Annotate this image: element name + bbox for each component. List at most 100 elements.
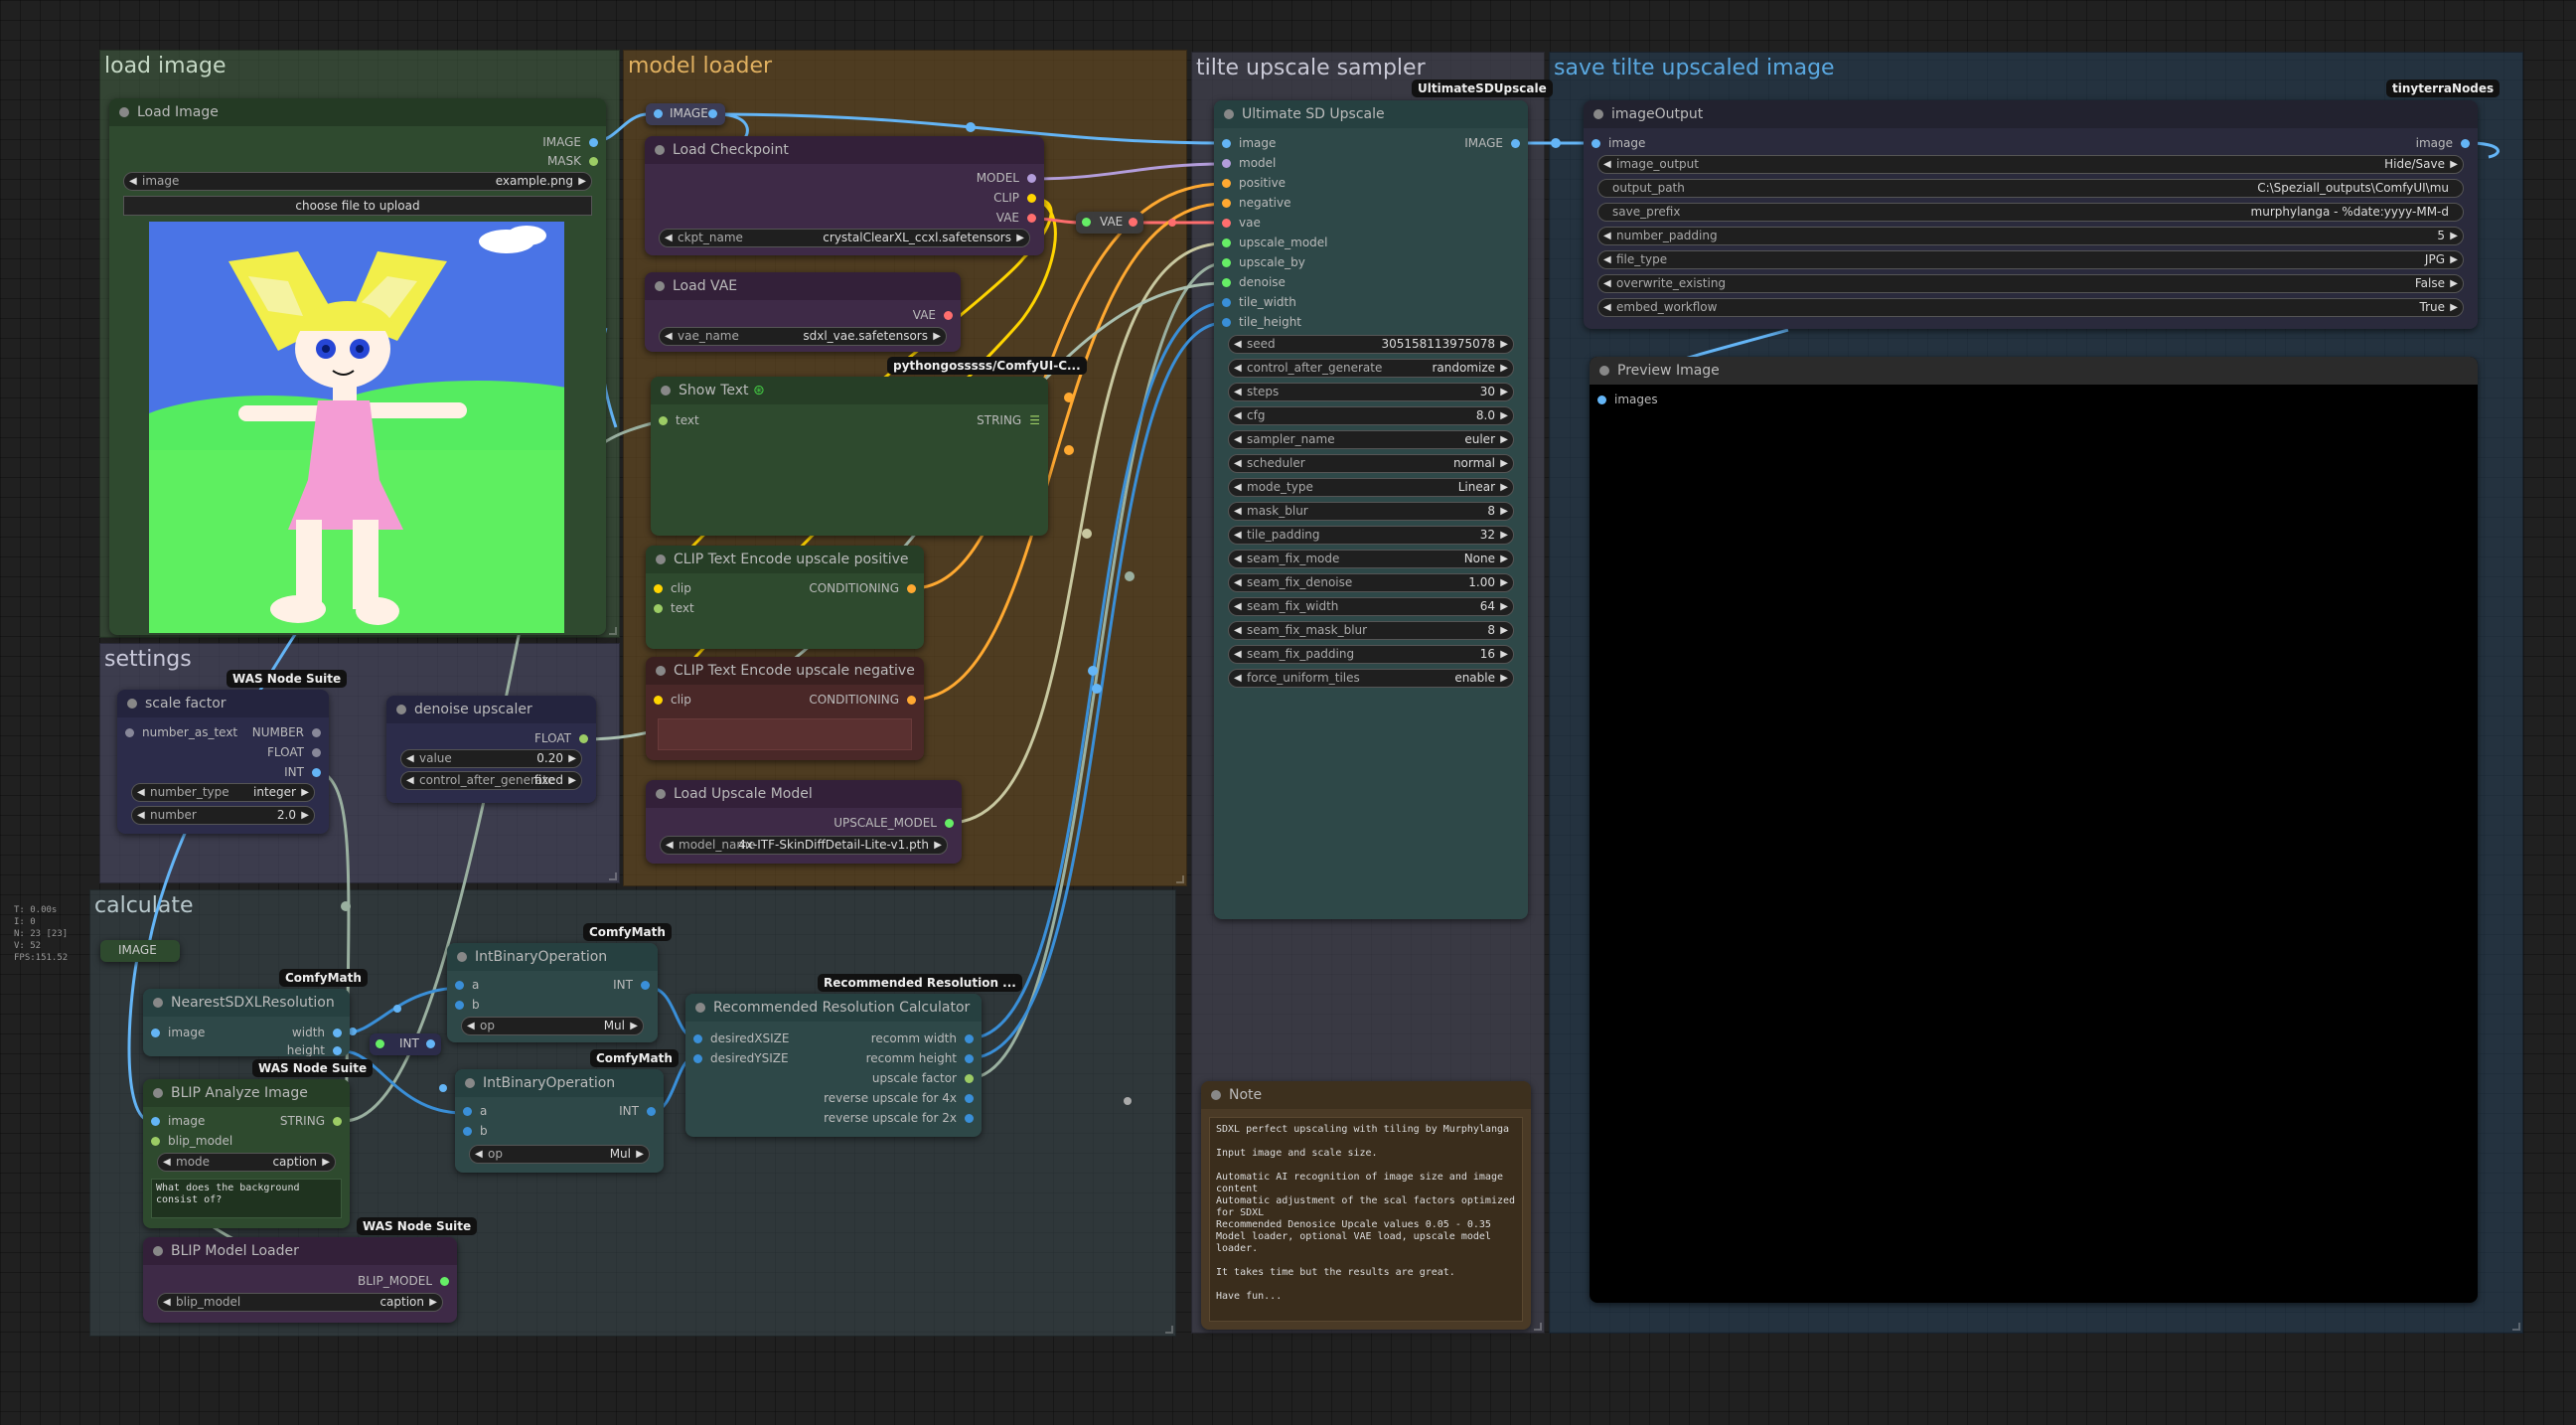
group-resize-handle[interactable] [2512,1323,2520,1331]
input-upscale-by[interactable]: upscale_by [1222,254,1305,270]
widget-seam-fix-padding[interactable]: ◀ seam_fix_padding 16 ▶ [1228,645,1514,664]
arrow-left-icon[interactable]: ◀ [1234,551,1242,567]
list-icon[interactable]: ☰ [1029,413,1040,427]
slot-dot-upscale-model[interactable] [1222,238,1231,247]
widget-image-output[interactable]: ◀ image_output Hide/Save ▶ [1597,155,2464,174]
slot-dot-image[interactable] [1591,139,1600,148]
arrow-left-icon[interactable]: ◀ [1234,431,1242,448]
arrow-right-icon[interactable]: ▶ [2450,299,2458,316]
widget-mode-type[interactable]: ◀ mode_type Linear ▶ [1228,478,1514,497]
widget-overwrite-existing[interactable]: ◀ overwrite_existing False ▶ [1597,274,2464,293]
slot-dot-images[interactable] [1597,396,1606,404]
widget-output-path[interactable]: output_path C:\Speziall_outputs\ComfyUI\m… [1597,179,2464,198]
arrow-left-icon[interactable]: ◀ [129,173,137,190]
widget-steps[interactable]: ◀ steps 30 ▶ [1228,383,1514,401]
output-number[interactable]: NUMBER [252,724,321,740]
slot-dot-upscale-by[interactable] [1222,258,1231,267]
output-conditioning[interactable]: CONDITIONING [809,692,916,708]
node-title[interactable]: CLIP Text Encode upscale negative [646,657,924,685]
reroute-image-calc[interactable]: IMAGE [100,940,180,962]
slot-dot-a[interactable] [455,981,464,990]
arrow-left-icon[interactable]: ◀ [1603,251,1611,268]
arrow-right-icon[interactable]: ▶ [2450,228,2458,244]
output-reverse-upscale-for-4x[interactable]: reverse upscale for 4x [824,1090,974,1106]
slot-dot-tile-height[interactable] [1222,318,1231,327]
arrow-right-icon[interactable]: ▶ [1500,407,1508,424]
output-blip-model[interactable]: BLIP_MODEL [358,1273,449,1289]
input-text[interactable]: text [654,600,694,616]
output-vae[interactable]: VAE [996,210,1036,226]
node-nearest-sdxl-resolution[interactable]: NearestSDXLResolution image width height [143,989,350,1056]
node-title[interactable]: Show Text ⊛ [651,377,1048,404]
arrow-right-icon[interactable]: ▶ [301,807,309,824]
input-tile-width[interactable]: tile_width [1222,294,1296,310]
output-image[interactable]: IMAGE [542,134,598,150]
output-int[interactable]: INT [619,1103,656,1119]
widget-seam-fix-denoise[interactable]: ◀ seam_fix_denoise 1.00 ▶ [1228,573,1514,592]
node-title[interactable]: Load Checkpoint [645,136,1044,164]
op-combo[interactable]: ◀ op Mul ▶ [469,1145,650,1164]
arrow-right-icon[interactable]: ▶ [2450,275,2458,292]
vae-name-combo[interactable]: ◀ vae_name sdxl_vae.safetensors ▶ [659,327,947,346]
slot-dot-in[interactable] [1082,218,1091,227]
node-int-binary-operation-2[interactable]: IntBinaryOperation a b INT ◀ op Mul ▶ [455,1069,664,1173]
node-title[interactable]: Load Image [109,98,606,126]
node-scale-factor[interactable]: scale factor number_as_text NUMBER FLOAT… [117,690,329,834]
node-load-checkpoint[interactable]: Load Checkpoint MODEL CLIP VAE ◀ ckpt_nam… [645,136,1044,255]
slot-dot-vae[interactable] [1027,214,1036,223]
slot-dot-mask[interactable] [589,157,598,166]
slot-dot-blip-model[interactable] [151,1137,160,1146]
node-clip-negative[interactable]: CLIP Text Encode upscale negative clip C… [646,657,924,760]
slot-dot-text[interactable] [659,416,668,425]
node-clip-positive[interactable]: CLIP Text Encode upscale positive clip t… [646,546,924,649]
arrow-left-icon[interactable]: ◀ [1603,275,1611,292]
slot-dot-image[interactable] [2461,139,2470,148]
node-title[interactable]: NearestSDXLResolution [143,989,350,1017]
node-load-vae[interactable]: Load VAE VAE ◀ vae_name sdxl_vae.safetenso… [645,272,961,352]
output-string[interactable]: STRING [280,1113,342,1129]
arrow-right-icon[interactable]: ▶ [933,328,941,345]
negative-text-area[interactable] [658,718,912,750]
widget-seed[interactable]: ◀ seed 305158113975078 ▶ [1228,335,1514,354]
output-clip[interactable]: CLIP [993,190,1036,206]
control-after-generate-combo[interactable]: ◀ control_after_generate fixed ▶ [400,771,582,790]
input-tile-height[interactable]: tile_height [1222,314,1301,330]
mode-combo[interactable]: ◀ mode caption ▶ [157,1153,336,1172]
slot-dot-conditioning[interactable] [907,696,916,705]
input-denoise[interactable]: denoise [1222,274,1286,290]
slot-dot-string[interactable] [333,1117,342,1126]
output-mask[interactable]: MASK [547,153,598,169]
slot-dot[interactable] [965,1094,974,1103]
output-upscale-model[interactable]: UPSCALE_MODEL [833,815,954,831]
arrow-left-icon[interactable]: ◀ [1603,299,1611,316]
arrow-right-icon[interactable]: ▶ [1500,646,1508,663]
slot-dot-image[interactable] [1222,139,1231,148]
note-text[interactable]: SDXL perfect upscaling with tiling by Mu… [1209,1117,1523,1322]
widget-cfg[interactable]: ◀ cfg 8.0 ▶ [1228,406,1514,425]
input-b[interactable]: b [463,1123,488,1139]
arrow-left-icon[interactable]: ◀ [1234,479,1242,496]
arrow-right-icon[interactable]: ▶ [578,173,586,190]
arrow-left-icon[interactable]: ◀ [1603,156,1611,173]
output-height[interactable]: height [287,1042,342,1056]
output-image[interactable]: IMAGE [1464,135,1520,151]
slot-dot-int[interactable] [641,981,650,990]
output-int[interactable]: INT [284,764,321,780]
slot-dot[interactable] [965,1054,974,1063]
input-b[interactable]: b [455,997,480,1013]
node-title[interactable]: BLIP Analyze Image [143,1079,350,1107]
slot-dot-height[interactable] [333,1046,342,1055]
input-desired-x[interactable]: desiredXSIZE [693,1030,789,1046]
node-title[interactable]: Recommended Resolution Calculator [685,994,982,1022]
arrow-left-icon[interactable]: ◀ [406,772,414,789]
slot-dot-blip-model[interactable] [440,1277,449,1286]
arrow-right-icon[interactable]: ▶ [1500,384,1508,400]
arrow-right-icon[interactable]: ▶ [1016,230,1024,246]
slot-dot-negative[interactable] [1222,199,1231,208]
slot-dot-a[interactable] [463,1107,472,1116]
input-blip-model[interactable]: blip_model [151,1133,232,1149]
slot-dot-width[interactable] [333,1029,342,1037]
node-show-text[interactable]: Show Text ⊛ text STRING ☰ [651,377,1048,536]
node-blip-analyze[interactable]: BLIP Analyze Image image blip_model STRI… [143,1079,350,1228]
slot-dot-image[interactable] [151,1117,160,1126]
